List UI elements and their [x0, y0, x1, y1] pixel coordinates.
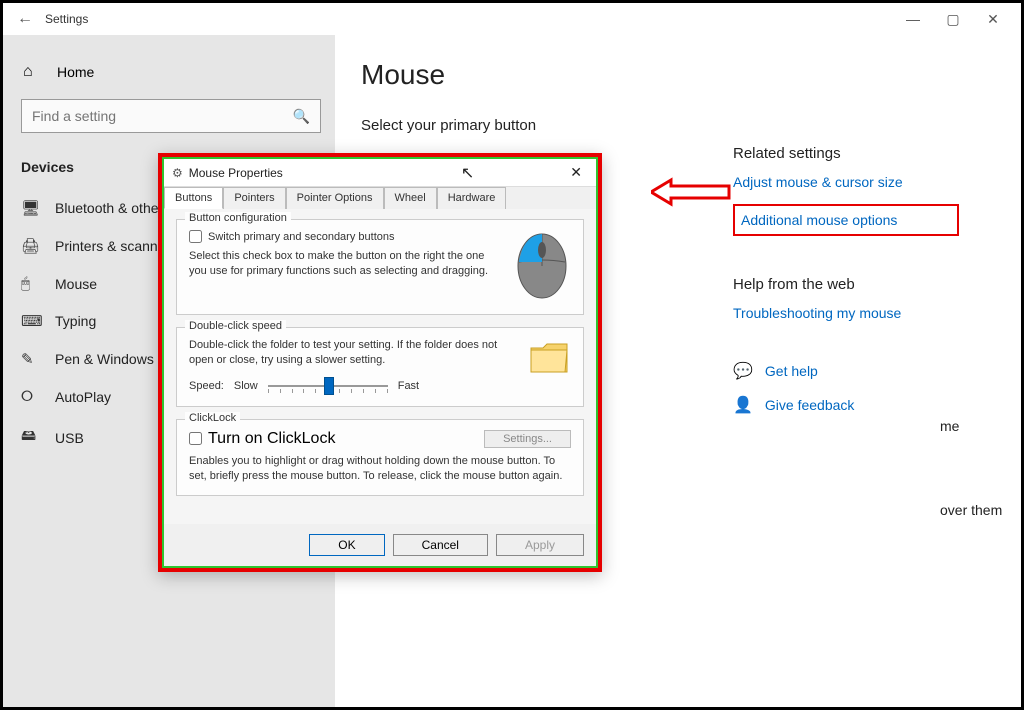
button-config-desc: Select this check box to make the button…	[189, 249, 503, 279]
cursor-icon: ↖	[461, 163, 474, 183]
sidebar-item-label: Mouse	[55, 276, 97, 292]
primary-button-label: Select your primary button	[361, 117, 741, 134]
switch-buttons-checkbox[interactable]	[189, 230, 202, 243]
dialog-button-row: OK Cancel Apply	[164, 524, 596, 566]
dialog-tabpanel: Button configuration Switch primary and …	[164, 209, 596, 524]
right-column: Related settings Adjust mouse & cursor s…	[733, 35, 983, 429]
clicklock-settings-button: Settings...	[484, 430, 571, 448]
troubleshoot-link[interactable]: Troubleshooting my mouse	[733, 305, 983, 321]
mouse-icon: 🖱	[21, 275, 45, 292]
double-click-desc: Double-click the folder to test your set…	[189, 338, 517, 368]
tab-wheel[interactable]: Wheel	[384, 187, 437, 209]
obscured-text: over them	[940, 502, 1002, 518]
clicklock-desc: Enables you to highlight or drag without…	[189, 454, 571, 484]
clicklock-checkbox-row[interactable]: Turn on ClickLock	[189, 430, 335, 448]
sidebar-item-label: AutoPlay	[55, 389, 111, 405]
switch-buttons-checkbox-row[interactable]: Switch primary and secondary buttons	[189, 230, 503, 243]
help-heading: Help from the web	[733, 276, 983, 293]
group-legend: Button configuration	[185, 212, 291, 224]
tab-pointers[interactable]: Pointers	[223, 187, 285, 209]
get-help-row[interactable]: 💬 Get help	[733, 361, 983, 381]
pen-icon: ✎	[21, 350, 45, 368]
give-feedback-link: Give feedback	[765, 397, 855, 413]
clicklock-checkbox[interactable]	[189, 432, 202, 445]
close-button[interactable]: ✕	[973, 11, 1013, 28]
search-input[interactable]	[32, 108, 293, 124]
minimize-button[interactable]: —	[893, 11, 933, 27]
additional-mouse-options-highlight: Additional mouse options	[733, 204, 959, 236]
apply-button[interactable]: Apply	[496, 534, 584, 556]
button-config-group: Button configuration Switch primary and …	[176, 219, 584, 315]
adjust-mouse-link[interactable]: Adjust mouse & cursor size	[733, 174, 983, 190]
mouse-illustration	[513, 230, 571, 302]
tab-pointer-options[interactable]: Pointer Options	[286, 187, 384, 209]
slow-label: Slow	[234, 380, 258, 392]
group-legend: Double-click speed	[185, 320, 286, 332]
sidebar-home[interactable]: ⌂ Home	[3, 55, 335, 89]
group-legend: ClickLock	[185, 412, 240, 424]
dialog-tabs: Buttons Pointers Pointer Options Wheel H…	[164, 187, 596, 209]
search-input-wrap[interactable]: 🔍	[21, 99, 321, 133]
slider-thumb[interactable]	[324, 377, 334, 395]
speed-label: Speed:	[189, 380, 224, 392]
clicklock-group: ClickLock Turn on ClickLock Settings... …	[176, 419, 584, 497]
search-icon: 🔍	[293, 108, 310, 125]
fast-label: Fast	[398, 380, 419, 392]
dialog-close-button[interactable]: ✕	[564, 164, 588, 181]
switch-buttons-label: Switch primary and secondary buttons	[208, 231, 394, 243]
window-title: Settings	[45, 12, 88, 26]
feedback-icon: 👤	[733, 395, 753, 415]
cancel-button[interactable]: Cancel	[393, 534, 488, 556]
additional-mouse-link[interactable]: Additional mouse options	[741, 212, 897, 228]
annotation-arrow	[651, 177, 731, 207]
give-feedback-row[interactable]: 👤 Give feedback	[733, 395, 983, 415]
sidebar-home-label: Home	[57, 64, 94, 80]
devices-icon: 🖥	[21, 199, 45, 217]
get-help-link: Get help	[765, 363, 818, 379]
autoplay-icon: ⭘	[21, 388, 45, 405]
related-heading: Related settings	[733, 145, 983, 162]
clicklock-label: Turn on ClickLock	[208, 430, 335, 448]
maximize-button[interactable]: ▢	[933, 11, 973, 28]
dialog-title: Mouse Properties	[189, 166, 283, 180]
speed-slider[interactable]	[268, 378, 388, 394]
tab-buttons[interactable]: Buttons	[164, 187, 223, 209]
window-titlebar: ← Settings — ▢ ✕	[3, 3, 1021, 35]
printer-icon: 🖨	[21, 237, 45, 255]
ok-button[interactable]: OK	[309, 534, 384, 556]
double-click-group: Double-click speed Double-click the fold…	[176, 327, 584, 407]
tab-hardware[interactable]: Hardware	[437, 187, 507, 209]
gear-icon: ⚙	[172, 166, 183, 180]
sidebar-item-label: USB	[55, 430, 84, 446]
usb-icon: 🖴	[21, 425, 45, 450]
dialog-titlebar: ⚙ Mouse Properties ↖ ✕	[164, 159, 596, 187]
mouse-properties-dialog: ⚙ Mouse Properties ↖ ✕ Buttons Pointers …	[158, 153, 602, 572]
keyboard-icon: ⌨	[21, 312, 45, 330]
home-icon: ⌂	[23, 63, 47, 81]
chat-icon: 💬	[733, 361, 753, 381]
folder-icon[interactable]	[527, 338, 571, 378]
back-icon[interactable]: ←	[11, 10, 39, 28]
sidebar-item-label: Typing	[55, 313, 96, 329]
